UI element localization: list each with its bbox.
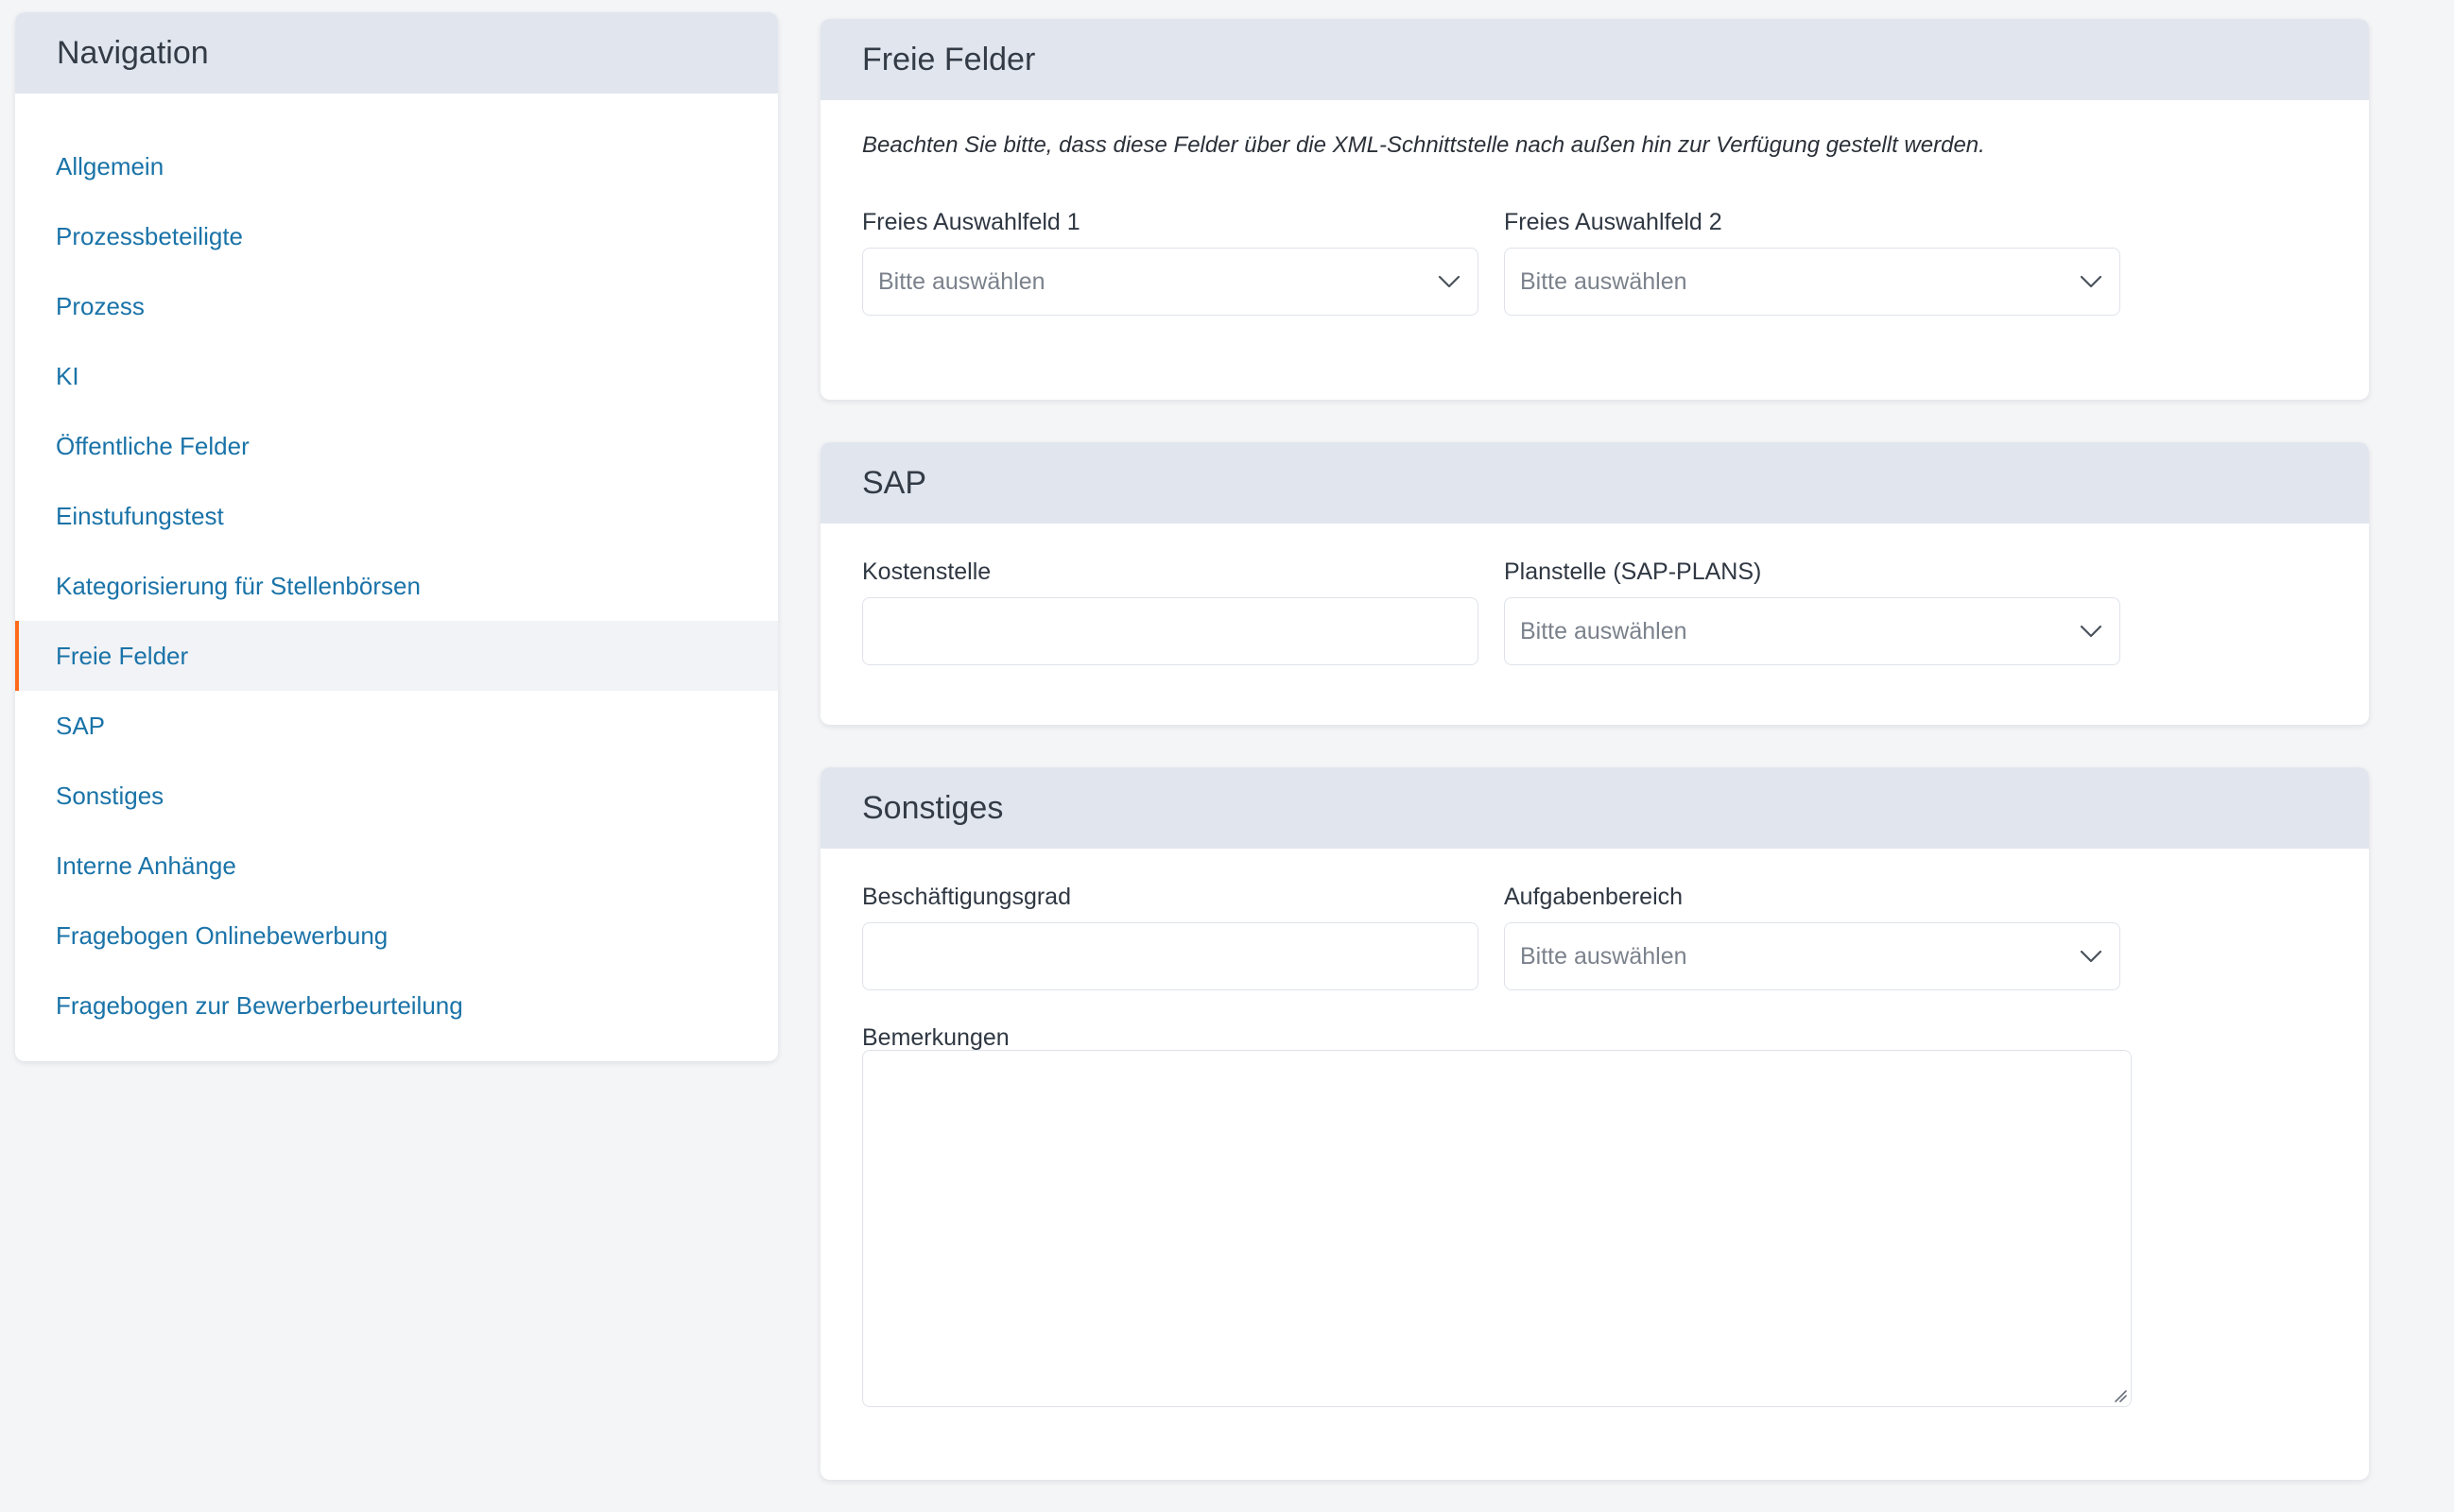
kostenstelle-label: Kostenstelle [862, 558, 992, 585]
chevron-down-icon [1438, 275, 1460, 288]
freie-felder-section: Freie Felder Beachten Sie bitte, dass di… [821, 19, 2369, 400]
freies-auswahlfeld-2-select[interactable]: Bitte auswählen [1504, 248, 2120, 316]
planstelle-select[interactable]: Bitte auswählen [1504, 597, 2120, 665]
beschaeftigungsgrad-label: Beschäftigungsgrad [862, 884, 1071, 910]
nav-item-kategorisierung[interactable]: Kategorisierung für Stellenbörsen [15, 551, 778, 621]
bemerkungen-textarea[interactable] [862, 1050, 2132, 1407]
aufgabenbereich-label: Aufgabenbereich [1504, 884, 1684, 910]
freies-auswahlfeld-1-select[interactable]: Bitte auswählen [862, 248, 1478, 316]
nav-item-einstufungstest[interactable]: Einstufungstest [15, 481, 778, 551]
nav-item-interne-anhaenge[interactable]: Interne Anhänge [15, 831, 778, 901]
nav-item-ki[interactable]: KI [15, 341, 778, 411]
freie-felder-title: Freie Felder [821, 19, 2369, 100]
kostenstelle-input[interactable] [862, 597, 1478, 665]
freies-auswahlfeld-2-label: Freies Auswahlfeld 2 [1504, 209, 1722, 235]
resize-handle-icon[interactable] [2114, 1389, 2127, 1402]
nav-item-allgemein[interactable]: Allgemein [15, 131, 778, 201]
kostenstelle-field: Kostenstelle [862, 556, 1478, 665]
aufgabenbereich-field: Aufgabenbereich Bitte auswählen [1504, 881, 2120, 990]
xml-interface-hint: Beachten Sie bitte, dass diese Felder üb… [862, 132, 1985, 158]
nav-item-sonstiges[interactable]: Sonstiges [15, 761, 778, 831]
nav-item-oeffentliche-felder[interactable]: Öffentliche Felder [15, 411, 778, 481]
chevron-down-icon [2080, 950, 2102, 963]
nav-item-fragebogen-onlinebewerbung[interactable]: Fragebogen Onlinebewerbung [15, 901, 778, 971]
freies-auswahlfeld-2-field: Freies Auswahlfeld 2 Bitte auswählen [1504, 206, 2120, 316]
planstelle-field: Planstelle (SAP-PLANS) Bitte auswählen [1504, 556, 2120, 665]
beschaeftigungsgrad-input[interactable] [862, 922, 1478, 990]
nav-item-freie-felder[interactable]: Freie Felder [15, 621, 778, 691]
sap-title: SAP [821, 442, 2369, 524]
select-placeholder: Bitte auswählen [1520, 617, 1687, 644]
navigation-panel: Navigation Allgemein Prozessbeteiligte P… [15, 12, 778, 1061]
freies-auswahlfeld-1-field: Freies Auswahlfeld 1 Bitte auswählen [862, 206, 1478, 316]
chevron-down-icon [2080, 625, 2102, 638]
navigation-title: Navigation [15, 12, 778, 94]
nav-item-prozessbeteiligte[interactable]: Prozessbeteiligte [15, 201, 778, 271]
planstelle-label: Planstelle (SAP-PLANS) [1504, 558, 1762, 585]
sonstiges-section: Sonstiges Beschäftigungsgrad Aufgabenber… [821, 767, 2369, 1480]
sonstiges-title: Sonstiges [821, 767, 2369, 849]
sap-section: SAP Kostenstelle Planstelle (SAP-PLANS) … [821, 442, 2369, 725]
select-placeholder: Bitte auswählen [1520, 942, 1687, 970]
nav-item-prozess[interactable]: Prozess [15, 271, 778, 341]
select-placeholder: Bitte auswählen [878, 267, 1046, 295]
bemerkungen-label: Bemerkungen [862, 1024, 1010, 1051]
nav-item-sap[interactable]: SAP [15, 691, 778, 761]
select-placeholder: Bitte auswählen [1520, 267, 1687, 295]
freies-auswahlfeld-1-label: Freies Auswahlfeld 1 [862, 209, 1080, 235]
navigation-list: Allgemein Prozessbeteiligte Prozess KI Ö… [15, 94, 778, 1040]
aufgabenbereich-select[interactable]: Bitte auswählen [1504, 922, 2120, 990]
chevron-down-icon [2080, 275, 2102, 288]
beschaeftigungsgrad-field: Beschäftigungsgrad [862, 881, 1478, 990]
nav-item-fragebogen-bewerberbeurteilung[interactable]: Fragebogen zur Bewerberbeurteilung [15, 971, 778, 1040]
